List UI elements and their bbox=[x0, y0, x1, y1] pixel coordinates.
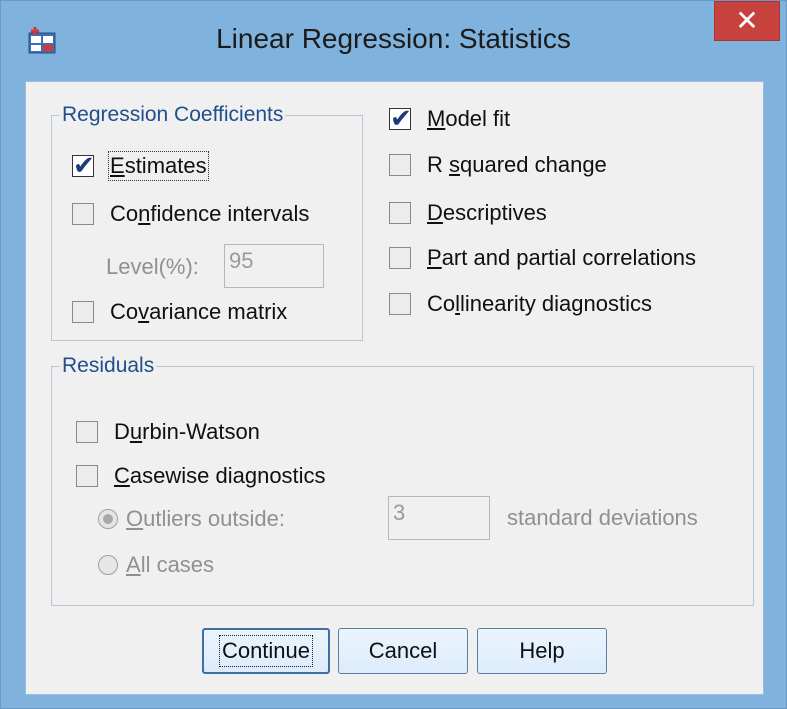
casewise-diagnostics-check-box[interactable] bbox=[76, 465, 98, 487]
checkmark-icon: ✔ bbox=[390, 103, 412, 133]
durbin-watson-checkbox[interactable]: Durbin-Watson bbox=[76, 419, 260, 445]
confidence-intervals-checkbox[interactable]: Confidence intervals bbox=[72, 201, 309, 227]
r-squared-change-check-box[interactable] bbox=[389, 154, 411, 176]
level-label: Level(%): bbox=[106, 254, 199, 279]
close-button[interactable]: ✕ bbox=[714, 1, 780, 41]
estimates-label: Estimates bbox=[108, 151, 209, 181]
part-partial-correlations-checkbox[interactable]: Part and partial correlations bbox=[389, 245, 696, 271]
close-icon: ✕ bbox=[735, 5, 759, 36]
model-fit-checkbox[interactable]: ✔ Model fit bbox=[389, 103, 511, 133]
level-input[interactable]: 95 bbox=[224, 244, 324, 288]
casewise-diagnostics-label: Casewise diagnostics bbox=[114, 463, 326, 488]
cancel-button-label: Cancel bbox=[368, 638, 438, 663]
collinearity-diagnostics-checkbox[interactable]: Collinearity diagnostics bbox=[389, 291, 652, 317]
outliers-outside-label: Outliers outside: bbox=[126, 506, 285, 531]
regression-coefficients-group: Regression Coefficients ✔ Estimates Conf… bbox=[51, 103, 363, 341]
covariance-matrix-label: Covariance matrix bbox=[110, 299, 288, 324]
collinearity-diagnostics-label: Collinearity diagnostics bbox=[427, 291, 652, 316]
model-fit-label: Model fit bbox=[427, 106, 511, 131]
durbin-watson-label: Durbin-Watson bbox=[114, 419, 260, 444]
regression-coefficients-legend: Regression Coefficients bbox=[60, 103, 286, 127]
dialog-title: Linear Regression: Statistics bbox=[216, 23, 571, 54]
std-dev-row: standard deviations bbox=[507, 505, 698, 531]
descriptives-check-box[interactable] bbox=[389, 202, 411, 224]
dialog-window: Linear Regression: Statistics ✕ Regressi… bbox=[0, 0, 787, 709]
continue-button[interactable]: Continue bbox=[202, 628, 330, 674]
confidence-intervals-check-box[interactable] bbox=[72, 203, 94, 225]
level-row: Level(%): bbox=[106, 254, 199, 280]
all-cases-label: All cases bbox=[126, 552, 215, 577]
collinearity-diagnostics-check-box[interactable] bbox=[389, 293, 411, 315]
part-partial-correlations-check-box[interactable] bbox=[389, 247, 411, 269]
help-button[interactable]: Help bbox=[477, 628, 607, 674]
durbin-watson-check-box[interactable] bbox=[76, 421, 98, 443]
estimates-checkbox[interactable]: ✔ Estimates bbox=[72, 150, 209, 181]
estimates-check-box[interactable]: ✔ bbox=[72, 150, 95, 180]
all-cases-radio-button[interactable] bbox=[98, 555, 118, 575]
outliers-value-input[interactable]: 3 bbox=[388, 496, 490, 540]
r-squared-change-label: R squared change bbox=[427, 152, 607, 177]
checkmark-icon: ✔ bbox=[73, 150, 95, 180]
casewise-diagnostics-checkbox[interactable]: Casewise diagnostics bbox=[76, 463, 326, 489]
part-partial-correlations-label: Part and partial correlations bbox=[427, 245, 697, 270]
confidence-intervals-label: Confidence intervals bbox=[110, 201, 310, 226]
residuals-legend: Residuals bbox=[60, 354, 157, 378]
covariance-matrix-checkbox[interactable]: Covariance matrix bbox=[72, 299, 287, 325]
help-button-label: Help bbox=[519, 638, 565, 663]
dialog-body: Regression Coefficients ✔ Estimates Conf… bbox=[25, 81, 764, 695]
outliers-outside-radio[interactable]: Outliers outside: bbox=[98, 506, 285, 532]
title-bar[interactable]: Linear Regression: Statistics ✕ bbox=[1, 1, 786, 81]
outliers-outside-radio-button[interactable] bbox=[98, 509, 118, 529]
standard-deviations-label: standard deviations bbox=[507, 505, 698, 530]
all-cases-radio[interactable]: All cases bbox=[98, 552, 214, 578]
r-squared-change-checkbox[interactable]: R squared change bbox=[389, 152, 607, 178]
radio-selected-dot bbox=[103, 514, 113, 524]
covariance-matrix-check-box[interactable] bbox=[72, 301, 94, 323]
descriptives-checkbox[interactable]: Descriptives bbox=[389, 200, 547, 226]
residuals-group: Residuals Durbin-Watson Casewise diagnos… bbox=[51, 354, 754, 606]
model-fit-check-box[interactable]: ✔ bbox=[389, 103, 412, 133]
continue-button-label: Continue bbox=[218, 635, 314, 667]
descriptives-label: Descriptives bbox=[427, 200, 547, 225]
cancel-button[interactable]: Cancel bbox=[338, 628, 468, 674]
